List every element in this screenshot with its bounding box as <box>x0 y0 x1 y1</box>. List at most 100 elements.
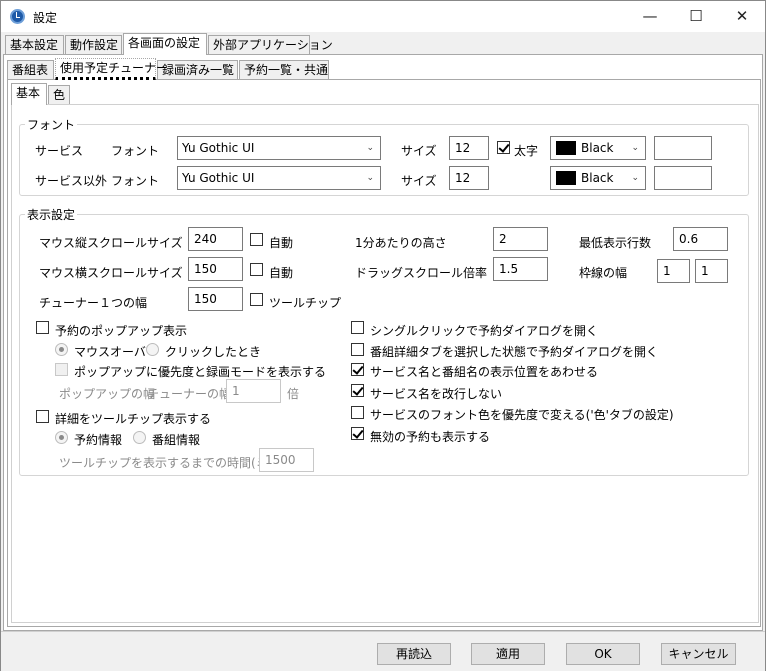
hscroll-auto-checkbox[interactable] <box>250 263 263 276</box>
tuner-width-label: チューナー１つの幅 <box>39 296 148 310</box>
chevron-down-icon: ⌄ <box>631 143 639 153</box>
detail-tab-checkbox[interactable] <box>351 343 364 356</box>
single-click-checkbox[interactable] <box>351 321 364 334</box>
mouseover-radio[interactable] <box>55 343 68 356</box>
tab-inner-basic[interactable]: 基本 <box>11 83 47 105</box>
drag-scroll-label: ドラッグスクロール倍率 <box>355 266 488 280</box>
cancel-button[interactable]: キャンセル <box>661 643 736 665</box>
apply-button[interactable]: 適用 <box>471 643 545 665</box>
hscroll-label: マウス横スクロールサイズ <box>39 266 183 280</box>
service-color-select[interactable]: Black ⌄ <box>550 136 646 160</box>
tab-tuner-schedule[interactable]: 使用予定チューナー <box>55 58 168 80</box>
min-rows-input[interactable]: 0.6 <box>673 227 728 251</box>
min-rows-label: 最低表示行数 <box>579 236 652 250</box>
maximize-button[interactable]: ☐ <box>673 1 719 32</box>
border-width-input-2[interactable]: 1 <box>695 259 728 283</box>
click-label: クリックしたとき <box>165 345 262 359</box>
window-title: 設定 <box>33 11 58 25</box>
tab-screen-settings[interactable]: 各画面の設定 <box>123 33 207 55</box>
close-button[interactable]: ✕ <box>719 1 765 32</box>
font-group-title: フォント <box>25 116 78 133</box>
chevron-down-icon: ⌄ <box>631 173 639 183</box>
bold-label: 太字 <box>514 144 539 158</box>
bold-checkbox[interactable] <box>497 141 510 154</box>
service-size-input[interactable]: 12 <box>449 136 489 160</box>
tab-recorded-list[interactable]: 録画済み一覧 <box>157 60 238 80</box>
title-bar: 設定 — ☐ ✕ <box>1 1 765 32</box>
other-size-input[interactable]: 12 <box>449 166 489 190</box>
no-wrap-service-label: サービス名を改行しない <box>370 387 503 401</box>
border-width-input-1[interactable]: 1 <box>657 259 690 283</box>
other-label: サービス以外 <box>35 174 108 188</box>
vscroll-auto-checkbox[interactable] <box>250 233 263 246</box>
align-names-label: サービス名と番組名の表示位置をあわせる <box>370 365 599 379</box>
program-info-radio[interactable] <box>133 431 146 444</box>
service-color-value: Black <box>581 141 614 155</box>
tooltip-delay-input[interactable]: 1500 <box>259 448 314 472</box>
popup-width-input[interactable]: 1 <box>226 379 281 403</box>
black-swatch-icon <box>556 141 576 155</box>
ok-button[interactable]: OK <box>566 643 640 665</box>
priority-color-label: サービスのフォント色を優先度で変える('色'タブの設定) <box>370 408 674 422</box>
service-color-preview[interactable] <box>654 136 712 160</box>
popup-width-label: ポップアップの幅 <box>59 387 156 401</box>
drag-scroll-input[interactable]: 1.5 <box>493 257 548 281</box>
detail-tooltip-label: 詳細をツールチップ表示する <box>55 412 212 426</box>
popup-label: 予約のポップアップ表示 <box>55 324 188 338</box>
height-per-min-input[interactable]: 2 <box>493 227 548 251</box>
tab-reserve-list[interactable]: 予約一覧・共通 <box>239 60 329 80</box>
border-width-label: 枠線の幅 <box>579 266 628 280</box>
hscroll-auto-label: 自動 <box>269 266 294 280</box>
chevron-down-icon: ⌄ <box>366 173 374 183</box>
tooltip-label: ツールチップ <box>269 296 342 310</box>
single-click-label: シングルクリックで予約ダイアログを開く <box>370 324 599 338</box>
black-swatch-icon <box>556 171 576 185</box>
other-font-select[interactable]: Yu Gothic UI ⌄ <box>177 166 381 190</box>
other-font-label: フォント <box>111 174 160 188</box>
vscroll-label: マウス縦スクロールサイズ <box>39 236 183 250</box>
align-names-checkbox[interactable] <box>351 363 364 376</box>
click-radio[interactable] <box>146 343 159 356</box>
other-size-label: サイズ <box>401 174 437 188</box>
popup-checkbox[interactable] <box>36 321 49 334</box>
other-font-value: Yu Gothic UI <box>182 171 255 185</box>
tab-external-apps[interactable]: 外部アプリケーション <box>208 35 333 55</box>
service-label: サービス <box>35 144 84 158</box>
hscroll-input[interactable]: 150 <box>188 257 243 281</box>
tuner-width-input[interactable]: 150 <box>188 287 243 311</box>
other-color-select[interactable]: Black ⌄ <box>550 166 646 190</box>
service-size-label: サイズ <box>401 144 437 158</box>
height-per-min-label: 1分あたりの高さ <box>355 236 447 250</box>
service-font-label: フォント <box>111 144 160 158</box>
tooltip-checkbox[interactable] <box>250 293 263 306</box>
chevron-down-icon: ⌄ <box>366 143 374 153</box>
priority-color-checkbox[interactable] <box>351 406 364 419</box>
popup-priority-label: ポップアップに優先度と録画モードを表示する <box>74 365 327 379</box>
no-wrap-service-checkbox[interactable] <box>351 384 364 397</box>
settings-window: 設定 — ☐ ✕ 基本設定 動作設定 各画面の設定 外部アプリケーション 番組表… <box>0 0 766 671</box>
other-color-value: Black <box>581 171 614 185</box>
detail-tooltip-checkbox[interactable] <box>36 410 49 423</box>
detail-tab-label: 番組詳細タブを選択した状態で予約ダイアログを開く <box>370 345 659 359</box>
service-font-value: Yu Gothic UI <box>182 141 255 155</box>
vscroll-input[interactable]: 240 <box>188 227 243 251</box>
vscroll-auto-label: 自動 <box>269 236 294 250</box>
other-color-preview[interactable] <box>654 166 712 190</box>
tab-program-guide[interactable]: 番組表 <box>7 60 54 80</box>
display-group-title: 表示設定 <box>25 206 78 223</box>
show-disabled-label: 無効の予約も表示する <box>370 430 491 444</box>
popup-priority-checkbox[interactable] <box>55 363 68 376</box>
program-info-label: 番組情報 <box>152 433 201 447</box>
clock-icon <box>10 9 25 24</box>
times-label: 倍 <box>287 387 300 401</box>
mouseover-label: マウスオーバー <box>74 345 158 359</box>
reserve-info-label: 予約情報 <box>74 433 123 447</box>
tab-inner-color[interactable]: 色 <box>48 85 70 105</box>
service-font-select[interactable]: Yu Gothic UI ⌄ <box>177 136 381 160</box>
reload-button[interactable]: 再読込 <box>377 643 451 665</box>
tab-operation-settings[interactable]: 動作設定 <box>65 35 122 55</box>
reserve-info-radio[interactable] <box>55 431 68 444</box>
show-disabled-checkbox[interactable] <box>351 427 364 440</box>
minimize-button[interactable]: — <box>627 1 673 32</box>
tab-basic-settings[interactable]: 基本設定 <box>5 35 64 55</box>
